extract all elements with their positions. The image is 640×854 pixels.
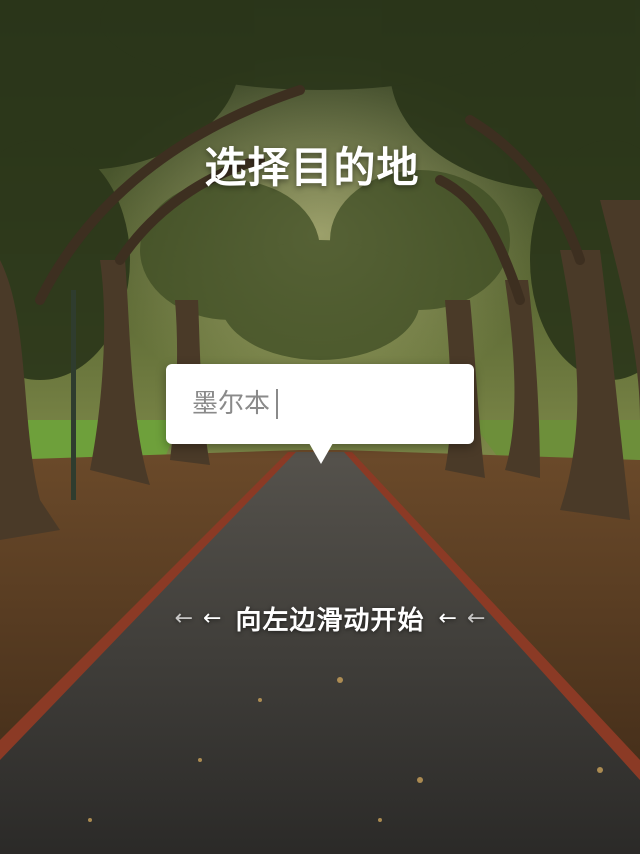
destination-search-input[interactable]: 墨尔本 [166, 364, 474, 444]
page-title: 选择目的地 [204, 143, 420, 192]
callout-pointer [309, 443, 333, 464]
left-arrow-icon: ← ← [174, 605, 222, 631]
left-arrow-icon: ← ← [438, 605, 486, 631]
destination-screen: 选择目的地 墨尔本 ← ← 向左边滑动开始 ← ← [0, 0, 640, 854]
text-cursor [276, 389, 279, 419]
swipe-hint-text: 向左边滑动开始 [235, 605, 425, 636]
search-value: 墨尔本 [192, 389, 271, 419]
swipe-hint[interactable]: ← ← 向左边滑动开始 ← ← [140, 600, 520, 636]
